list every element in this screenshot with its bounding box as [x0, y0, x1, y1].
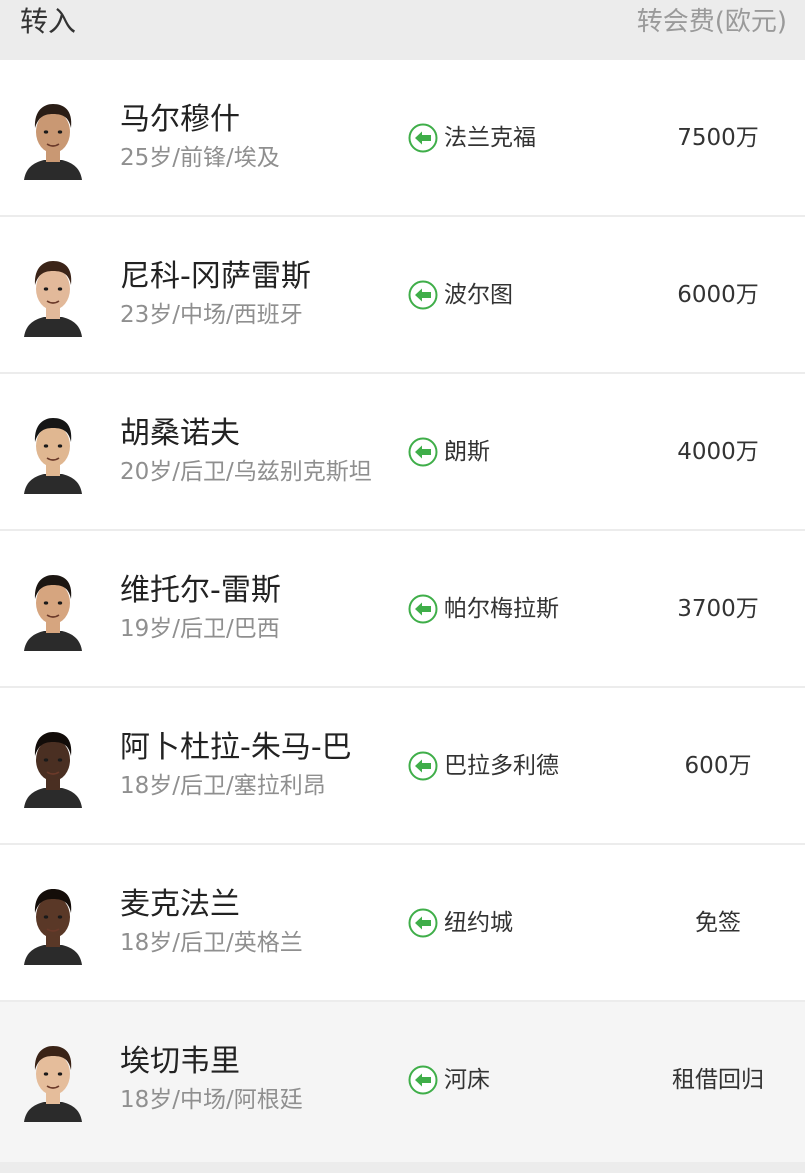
- arrow-left-circle-icon: [408, 1065, 438, 1095]
- from-club: 波尔图: [408, 277, 513, 313]
- player-name: 阿卜杜拉-朱马-巴: [120, 730, 352, 765]
- transfer-row[interactable]: 维托尔-雷斯 19岁/后卫/巴西 帕尔梅拉斯 3700万: [0, 531, 805, 688]
- transfer-row[interactable]: 尼科-冈萨雷斯 23岁/中场/西班牙 波尔图 6000万: [0, 217, 805, 374]
- transfer-fee: 6000万: [677, 282, 759, 308]
- from-club: 巴拉多利德: [408, 748, 559, 784]
- player-info: 18岁/中场/阿根廷: [120, 1087, 303, 1113]
- transfer-fee: 3700万: [677, 596, 759, 622]
- player-name: 麦克法兰: [120, 887, 240, 922]
- player-info: 18岁/后卫/塞拉利昂: [120, 773, 326, 799]
- player-info: 18岁/后卫/英格兰: [120, 930, 303, 956]
- player-info: 20岁/后卫/乌兹别克斯坦: [120, 459, 372, 485]
- transfer-fee: 租借回归: [672, 1067, 764, 1093]
- transfer-row[interactable]: 阿卜杜拉-朱马-巴 18岁/后卫/塞拉利昂 巴拉多利德 600万: [0, 688, 805, 845]
- player-avatar: [22, 1038, 84, 1122]
- arrow-left-circle-icon: [408, 123, 438, 153]
- from-club-name: 河床: [444, 1067, 490, 1093]
- player-avatar: [22, 410, 84, 494]
- from-club: 帕尔梅拉斯: [408, 591, 559, 627]
- list-header: 转入 转会费(欧元): [0, 0, 805, 58]
- transfer-fee: 7500万: [677, 125, 759, 151]
- transfer-fee: 免签: [695, 910, 741, 936]
- from-club-name: 法兰克福: [444, 125, 536, 151]
- from-club-name: 波尔图: [444, 282, 513, 308]
- from-club: 河床: [408, 1062, 490, 1098]
- arrow-left-circle-icon: [408, 437, 438, 467]
- arrow-left-circle-icon: [408, 751, 438, 781]
- player-avatar: [22, 567, 84, 651]
- from-club: 法兰克福: [408, 120, 536, 156]
- arrow-left-circle-icon: [408, 908, 438, 938]
- from-club-name: 帕尔梅拉斯: [444, 596, 559, 622]
- from-club-name: 朗斯: [444, 439, 490, 465]
- transfer-fee: 4000万: [677, 439, 759, 465]
- from-club: 朗斯: [408, 434, 490, 470]
- player-avatar: [22, 724, 84, 808]
- transfer-list: 马尔穆什 25岁/前锋/埃及 法兰克福 7500万 尼科-冈萨雷斯 23岁/中场…: [0, 60, 805, 1162]
- fee-column-label: 转会费(欧元): [636, 7, 787, 37]
- player-avatar: [22, 253, 84, 337]
- transfer-row[interactable]: 马尔穆什 25岁/前锋/埃及 法兰克福 7500万: [0, 60, 805, 217]
- transfer-row[interactable]: 胡桑诺夫 20岁/后卫/乌兹别克斯坦 朗斯 4000万: [0, 374, 805, 531]
- transfer-row[interactable]: 麦克法兰 18岁/后卫/英格兰 纽约城 免签: [0, 845, 805, 1002]
- player-name: 埃切韦里: [120, 1044, 240, 1079]
- player-name: 马尔穆什: [120, 102, 240, 137]
- header-title: 转入: [20, 5, 77, 38]
- player-name: 胡桑诺夫: [120, 416, 240, 451]
- player-info: 25岁/前锋/埃及: [120, 145, 280, 171]
- player-avatar: [22, 96, 84, 180]
- arrow-left-circle-icon: [408, 594, 438, 624]
- arrow-left-circle-icon: [408, 280, 438, 310]
- from-club-name: 纽约城: [444, 910, 513, 936]
- from-club-name: 巴拉多利德: [444, 753, 559, 779]
- player-info: 19岁/后卫/巴西: [120, 616, 280, 642]
- player-name: 尼科-冈萨雷斯: [120, 259, 311, 294]
- transfer-fee: 600万: [684, 753, 752, 779]
- player-avatar: [22, 881, 84, 965]
- transfer-row[interactable]: 埃切韦里 18岁/中场/阿根廷 河床 租借回归: [0, 1002, 805, 1162]
- from-club: 纽约城: [408, 905, 513, 941]
- player-info: 23岁/中场/西班牙: [120, 302, 303, 328]
- player-name: 维托尔-雷斯: [120, 573, 281, 608]
